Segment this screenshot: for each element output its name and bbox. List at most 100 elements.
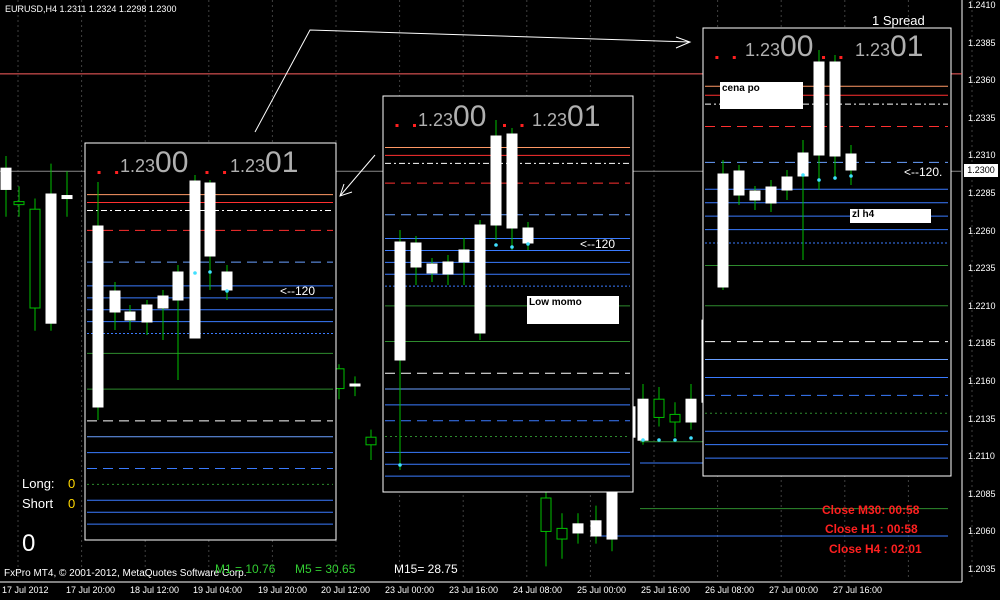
- candle: [506, 133, 518, 229]
- candle: [813, 61, 825, 156]
- candle: [765, 186, 777, 204]
- m15-value: M15= 28.75: [394, 562, 458, 576]
- time-axis-label: 23 Jul 00:00: [385, 585, 435, 595]
- signal-dot: [833, 176, 837, 180]
- price-axis-label: 1.2310: [968, 150, 996, 161]
- candle: [221, 271, 233, 291]
- price-axis-label: 1.2235: [968, 263, 996, 274]
- big-zero: 0: [22, 530, 36, 557]
- time-axis-label: 27 Jul 00:00: [769, 585, 819, 595]
- candle: [458, 249, 470, 263]
- price-axis-label: 1.2285: [968, 188, 996, 198]
- signal-dot: [801, 173, 805, 177]
- price-axis-label: 1.2260: [968, 225, 996, 236]
- signal-dot: [849, 174, 853, 178]
- arrow-head: [675, 36, 692, 49]
- marker-dot: [115, 171, 119, 174]
- time-axis-label: 27 Jul 16:00: [833, 585, 883, 595]
- candle: [45, 193, 57, 324]
- signal-dot: [494, 243, 498, 247]
- candle: [685, 398, 697, 423]
- close-h1: Close H1 : 00:58: [825, 522, 918, 536]
- price-display-5: 1.2300: [745, 30, 814, 63]
- price-display-3: 1.2300: [418, 100, 487, 133]
- signal-dot: [208, 270, 212, 274]
- signal-dot: [641, 438, 645, 442]
- close-m30: Close M30: 00:58: [822, 503, 920, 517]
- marker-dot: [732, 56, 736, 59]
- candle: [141, 304, 153, 323]
- candle: [653, 398, 665, 418]
- candle: [61, 195, 73, 200]
- marker-dot: [520, 124, 524, 127]
- time-axis-label: 23 Jul 16:00: [449, 585, 499, 595]
- price-display-6: 1.2301: [855, 30, 924, 63]
- candle: [92, 225, 104, 408]
- time-axis-label: 24 Jul 08:00: [513, 585, 563, 595]
- price-axis-label: 1.2210: [968, 300, 996, 311]
- copyright: FxPro MT4, © 2001-2012, MetaQuotes Softw…: [4, 568, 247, 579]
- price-axis-label: 1.2160: [968, 376, 996, 386]
- candle: [474, 224, 486, 334]
- candle: [109, 290, 121, 313]
- price-axis-label: 1.2060: [968, 526, 996, 537]
- price-axis-label: 1.2035: [968, 564, 996, 574]
- price-axis-label: 1.2360: [968, 75, 996, 86]
- connector-line: [339, 154, 376, 197]
- short-label: Short: [22, 496, 54, 511]
- marker-dot: [715, 56, 719, 59]
- marker-dot: [97, 171, 101, 174]
- candle: [13, 201, 25, 206]
- signal-dot: [526, 242, 530, 246]
- candle: [442, 261, 454, 275]
- marker-dot: [413, 124, 416, 127]
- candle: [29, 208, 41, 309]
- candle: [157, 295, 169, 309]
- signal-dot: [225, 289, 229, 293]
- signal-dot: [689, 436, 693, 440]
- signal-dot: [193, 271, 197, 275]
- candle: [124, 311, 136, 321]
- time-axis-label: 25 Jul 16:00: [641, 585, 691, 595]
- price-axis-label: 1.2085: [968, 488, 996, 499]
- spread-label: 1 Spread: [872, 13, 925, 28]
- candle: [749, 190, 761, 201]
- time-axis-label: 17 Jul 20:00: [66, 585, 116, 595]
- signal-dot: [398, 463, 402, 467]
- price-axis-label: 1.2135: [968, 413, 996, 424]
- m1-value: M1 = 10.76: [215, 562, 276, 576]
- note-cena-po: cena po: [720, 82, 803, 109]
- close-h4: Close H4 : 02:01: [829, 542, 922, 556]
- m5-value: M5 = 30.65: [295, 562, 356, 576]
- candle: [349, 383, 361, 387]
- chart-window[interactable]: EURUSD,H4 1.2311 1.2324 1.2298 1.2300 1 …: [0, 0, 1000, 600]
- short-value: 0: [68, 496, 76, 511]
- candle: [556, 527, 568, 540]
- time-axis-label: 19 Jul 20:00: [258, 585, 308, 595]
- candle: [540, 497, 552, 532]
- price-display-4: 1.2301: [532, 100, 601, 133]
- price-axis-label: 1.2410: [968, 0, 996, 10]
- time-axis-label: 18 Jul 12:00: [130, 585, 180, 595]
- candle: [637, 398, 649, 441]
- marker-dot: [503, 124, 506, 127]
- candle: [522, 227, 534, 244]
- price-axis-label: 1.2335: [968, 112, 996, 123]
- candle: [797, 152, 809, 177]
- candle: [0, 167, 12, 190]
- time-axis-label: 17 Jul 2012: [2, 585, 49, 595]
- signal-dot: [510, 245, 514, 249]
- time-axis-label: 25 Jul 00:00: [577, 585, 627, 595]
- price-display-2: 1.2301: [230, 146, 299, 179]
- signal-dot: [817, 178, 821, 182]
- arrow-label-main: <--120.: [904, 165, 943, 179]
- candle: [669, 413, 681, 423]
- price-display-1: 1.2300: [120, 146, 189, 179]
- marker-dot: [205, 171, 209, 174]
- price-axis-label: 1.2110: [968, 451, 995, 462]
- candle: [572, 523, 584, 534]
- marker-dot: [223, 171, 227, 174]
- note-zl-h4: zl h4: [850, 209, 931, 223]
- arrow-label-1: <--120: [280, 284, 316, 298]
- candle: [781, 176, 793, 191]
